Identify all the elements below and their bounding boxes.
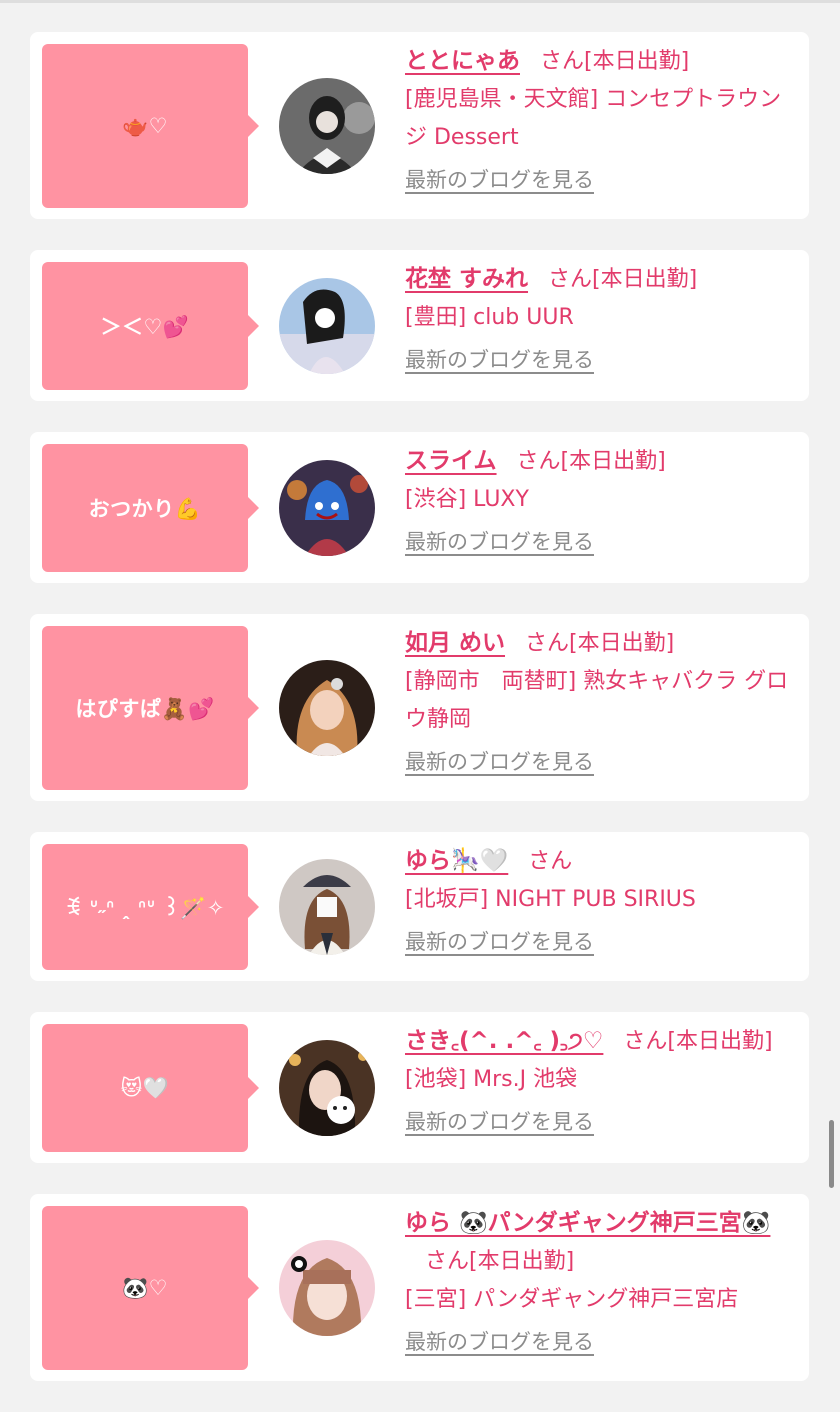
comment-bubble: おつかり💪 <box>42 444 259 572</box>
honorific-status: さん[本日出勤] <box>623 1029 773 1054</box>
cast-avatar[interactable] <box>279 278 375 374</box>
scrollbar[interactable] <box>829 1120 834 1188</box>
cast-avatar[interactable] <box>279 1040 375 1136</box>
shop-label: [渋谷] LUXY <box>405 487 529 512</box>
comment-bubble: 🫖♡ <box>42 44 259 208</box>
latest-blog-link[interactable]: 最新のブログを見る <box>405 923 594 961</box>
cast-name-link[interactable]: さき꜀(^. .^꜀ )꜆੭♡ <box>405 1028 603 1054</box>
latest-blog-link[interactable]: 最新のブログを見る <box>405 743 594 781</box>
shop-label: [北坂戸] NIGHT PUB SIRIUS <box>405 887 696 912</box>
honorific-status: さん[本日出勤] <box>525 631 675 656</box>
cast-name-link[interactable]: 花埜 すみれ <box>405 266 528 292</box>
honorific-status: さん <box>528 849 573 874</box>
shop-label: [鹿児島県・天文館] コンセプトラウンジ Dessert <box>405 87 782 150</box>
cast-info: スライム さん[本日出勤] [渋谷] LUXY 最新のブログを見る <box>405 442 797 562</box>
latest-blog-link[interactable]: 最新のブログを見る <box>405 1323 594 1361</box>
shop-label: [静岡市 両替町] 熟女キャバクラ グロウ静岡 <box>405 669 789 732</box>
cast-info: ゆら🎠🤍 さん [北坂戸] NIGHT PUB SIRIUS 最新のブログを見る <box>405 842 797 962</box>
latest-blog-link[interactable]: 最新のブログを見る <box>405 341 594 379</box>
honorific-status: さん[本日出勤] <box>548 267 698 292</box>
cast-info: ととにゃあ さん[本日出勤] [鹿児島県・天文館] コンセプトラウンジ Desse… <box>405 42 797 200</box>
latest-blog-link[interactable]: 最新のブログを見る <box>405 1103 594 1141</box>
cast-card: 🫖♡ ととにゃあ さん[本日出勤] [鹿児島県・天文館] コンセプトラウンジ De… <box>30 32 809 219</box>
cast-card: 🐼♡ ゆら 🐼パンダギャング神戸三宮🐼 さん[本日出勤] [三宮] パンダギャング… <box>30 1194 809 1381</box>
shop-label: [池袋] Mrs.J 池袋 <box>405 1067 578 1092</box>
comment-bubble: ꉂ ᐡ˶ᐢ ꞈ ᐢᐡ ꒱🪄✧ <box>42 844 259 970</box>
comment-bubble: ＞＜♡💕 <box>42 262 259 390</box>
honorific-status: さん[本日出勤] <box>425 1249 575 1274</box>
cast-info: 如月 めい さん[本日出勤] [静岡市 両替町] 熟女キャバクラ グロウ静岡 最新… <box>405 624 797 782</box>
cast-name-link[interactable]: ととにゃあ <box>405 48 520 74</box>
cast-info: さき꜀(^. .^꜀ )꜆੭♡ さん[本日出勤] [池袋] Mrs.J 池袋 最新… <box>405 1022 797 1142</box>
comment-bubble: 😻🤍 <box>42 1024 259 1152</box>
cast-card: 😻🤍 さき꜀(^. .^꜀ )꜆੭♡ さん[本日出勤] [池袋] Mrs.J 池袋… <box>30 1012 809 1163</box>
cast-avatar[interactable] <box>279 78 375 174</box>
cast-avatar[interactable] <box>279 859 375 955</box>
cast-name-link[interactable]: ゆら 🐼パンダギャング神戸三宮🐼 <box>405 1210 770 1236</box>
cast-avatar[interactable] <box>279 660 375 756</box>
cast-name-link[interactable]: ゆら🎠🤍 <box>405 848 508 874</box>
cast-card: ＞＜♡💕 花埜 すみれ さん[本日出勤] [豊田] club UUR 最新のブログ… <box>30 250 809 401</box>
cast-info: ゆら 🐼パンダギャング神戸三宮🐼 さん[本日出勤] [三宮] パンダギャング神戸三… <box>405 1204 797 1362</box>
cast-name-link[interactable]: スライム <box>405 448 497 474</box>
cast-avatar[interactable] <box>279 460 375 556</box>
honorific-status: さん[本日出勤] <box>540 49 690 74</box>
cast-blog-list: 🫖♡ ととにゃあ さん[本日出勤] [鹿児島県・天文館] コンセプトラウンジ De… <box>30 32 809 1412</box>
shop-label: [豊田] club UUR <box>405 305 574 330</box>
honorific-status: さん[本日出勤] <box>516 449 666 474</box>
shop-label: [三宮] パンダギャング神戸三宮店 <box>405 1287 739 1312</box>
cast-info: 花埜 すみれ さん[本日出勤] [豊田] club UUR 最新のブログを見る <box>405 260 797 380</box>
cast-card: ꉂ ᐡ˶ᐢ ꞈ ᐢᐡ ꒱🪄✧ ゆら🎠🤍 さん [北坂戸] NIGHT PUB SI… <box>30 832 809 981</box>
cast-card: はぴすぱ🧸💕 如月 めい さん[本日出勤] [静岡市 両替町] 熟女キャバクラ グ… <box>30 614 809 801</box>
top-divider <box>0 0 840 3</box>
cast-card: おつかり💪 スライム さん[本日出勤] [渋谷] LUXY 最新のブログを見る <box>30 432 809 583</box>
cast-name-link[interactable]: 如月 めい <box>405 630 505 656</box>
latest-blog-link[interactable]: 最新のブログを見る <box>405 161 594 199</box>
cast-avatar[interactable] <box>279 1240 375 1336</box>
comment-bubble: はぴすぱ🧸💕 <box>42 626 259 790</box>
comment-bubble: 🐼♡ <box>42 1206 259 1370</box>
latest-blog-link[interactable]: 最新のブログを見る <box>405 523 594 561</box>
